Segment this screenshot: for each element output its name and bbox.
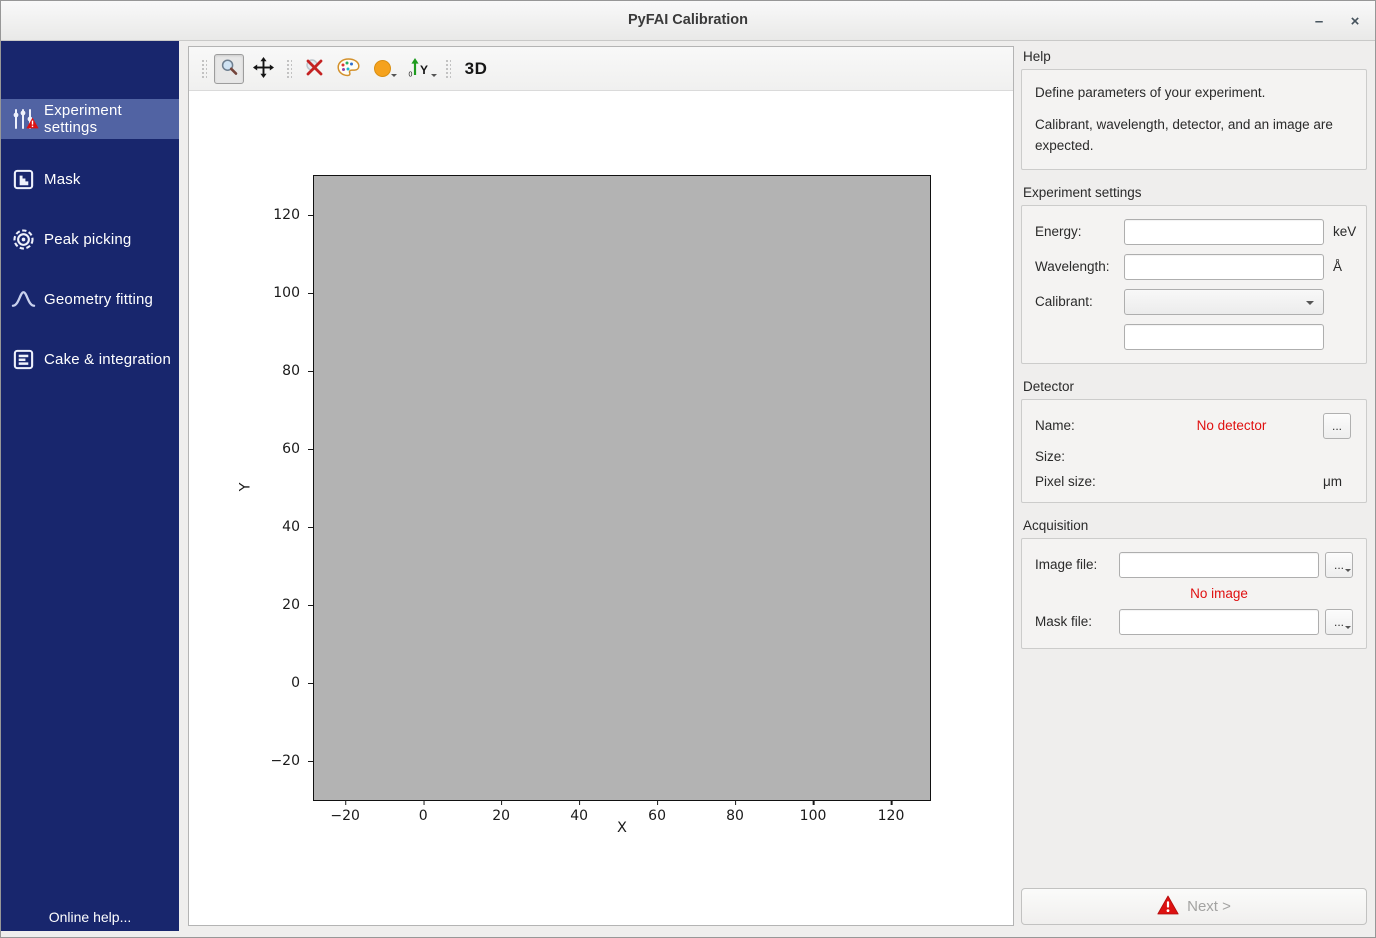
x-axis-label: X [313, 820, 931, 836]
colormap-button[interactable] [333, 54, 363, 84]
orange-circle-icon [374, 60, 391, 77]
mask-file-label: Mask file: [1035, 614, 1119, 629]
y-tick-label: 60 [282, 441, 300, 457]
experiment-settings-icon [10, 106, 36, 132]
plot-axes[interactable]: −20020406080100120 −20020406080100120 [313, 175, 931, 801]
y-tick-label: 40 [282, 519, 300, 535]
image-file-label: Image file: [1035, 557, 1119, 572]
plot-panel: Y 0 3D −20020406080100120 −2002040608010… [188, 46, 1014, 926]
image-file-field[interactable] [1119, 552, 1319, 578]
energy-label: Energy: [1035, 224, 1124, 239]
y-tick-label: 0 [291, 675, 300, 691]
plot-toolbar: Y 0 3D [189, 47, 1013, 91]
detector-pixel-size-label: Pixel size: [1035, 474, 1140, 489]
close-button[interactable]: × [1343, 9, 1367, 33]
sidebar-item-cake-integration[interactable]: Cake & integration [1, 339, 179, 379]
ellipsis-icon: ... [1334, 615, 1344, 629]
geometry-fitting-icon [10, 286, 36, 312]
zoom-reset-red-x-icon [304, 57, 325, 81]
palette-icon [337, 58, 360, 80]
calibrant-label: Calibrant: [1035, 294, 1124, 309]
ellipsis-icon: ... [1334, 558, 1344, 572]
image-status: No image [1119, 586, 1319, 601]
minimize-icon: – [1315, 13, 1323, 30]
titlebar: PyFAI Calibration – × [1, 1, 1375, 41]
y-tick-label: −20 [270, 753, 300, 769]
ellipsis-icon: ... [1332, 419, 1342, 433]
detector-browse-button[interactable]: ... [1323, 413, 1351, 439]
toolbar-grip[interactable] [285, 58, 292, 80]
detector-name-label: Name: [1035, 418, 1140, 433]
zoom-mode-button[interactable] [214, 54, 244, 84]
sidebar-item-mask[interactable]: Mask [1, 159, 179, 199]
sidebar-item-geometry-fitting[interactable]: Geometry fitting [1, 279, 179, 319]
y-tick-label: 100 [273, 285, 300, 301]
sidebar-item-label: Peak picking [44, 231, 131, 248]
calibrant-file-field[interactable] [1124, 324, 1324, 350]
next-button[interactable]: Next > [1021, 888, 1367, 925]
3d-mode-button[interactable]: 3D [458, 54, 494, 84]
minimize-button[interactable]: – [1307, 9, 1331, 33]
wavelength-field[interactable] [1124, 254, 1324, 280]
app-window: PyFAI Calibration – × Experim [0, 0, 1376, 938]
image-file-browse-button[interactable]: ... [1325, 552, 1353, 578]
wavelength-unit: Å [1324, 259, 1353, 274]
plot-canvas: −20020406080100120 −20020406080100120 X … [189, 91, 1013, 925]
help-group-title: Help [1023, 49, 1367, 64]
sidebar-item-label: Mask [44, 171, 81, 188]
sidebar: Experiment settings Mask [1, 41, 179, 931]
mask-icon [10, 166, 36, 192]
svg-text:0: 0 [409, 71, 413, 78]
magnifier-icon [220, 58, 239, 80]
warning-icon [1157, 895, 1179, 918]
mask-file-field[interactable] [1119, 609, 1319, 635]
3d-icon: 3D [465, 59, 488, 79]
reset-zoom-button[interactable] [299, 54, 329, 84]
wavelength-label: Wavelength: [1035, 259, 1124, 274]
help-text-line2: Calibrant, wavelength, detector, and an … [1035, 115, 1353, 156]
close-icon: × [1351, 13, 1360, 30]
y-axis-label: Y [237, 483, 253, 492]
y-axis-arrow-icon: Y 0 [407, 57, 431, 81]
y-tick-label: 20 [282, 597, 300, 613]
sidebar-item-label: Cake & integration [44, 351, 171, 368]
sidebar-item-experiment-settings[interactable]: Experiment settings [1, 99, 179, 139]
peak-picking-icon [10, 226, 36, 252]
cake-integration-icon [10, 346, 36, 372]
experiment-settings-box: Energy: keV Wavelength: Å Calibrant: [1021, 205, 1367, 364]
experiment-settings-group-title: Experiment settings [1023, 185, 1367, 200]
energy-field[interactable] [1124, 219, 1324, 245]
detector-box: Name: No detector ... Size: Pixel size: … [1021, 399, 1367, 503]
pixel-size-unit: μm [1323, 474, 1353, 489]
window-title: PyFAI Calibration [1, 12, 1375, 28]
pan-arrows-icon [253, 57, 274, 81]
warning-icon [26, 116, 39, 134]
window-body: Experiment settings Mask [1, 41, 1375, 938]
online-help-link[interactable]: Online help... [1, 909, 179, 925]
energy-unit: keV [1324, 224, 1356, 239]
settings-panel: Help Define parameters of your experimen… [1021, 49, 1367, 925]
pan-mode-button[interactable] [248, 54, 278, 84]
y-tick-label: 80 [282, 363, 300, 379]
y-axis-orientation-button[interactable]: Y 0 [401, 54, 437, 84]
keep-aspect-ratio-button[interactable] [367, 54, 397, 84]
svg-text:Y: Y [420, 63, 428, 77]
detector-name-status: No detector [1140, 418, 1323, 433]
calibrant-select[interactable] [1124, 289, 1324, 315]
help-text-line1: Define parameters of your experiment. [1035, 83, 1353, 103]
detector-size-label: Size: [1035, 449, 1140, 464]
sidebar-item-label: Geometry fitting [44, 291, 153, 308]
toolbar-grip[interactable] [200, 58, 207, 80]
sidebar-item-label: Experiment settings [44, 102, 179, 136]
sidebar-item-peak-picking[interactable]: Peak picking [1, 219, 179, 259]
y-tick-label: 120 [273, 207, 300, 223]
toolbar-grip[interactable] [444, 58, 451, 80]
chevron-down-icon [1306, 301, 1314, 309]
mask-file-browse-button[interactable]: ... [1325, 609, 1353, 635]
next-button-label: Next > [1187, 898, 1231, 915]
acquisition-box: Image file: ... No image Mask file: ... [1021, 538, 1367, 649]
help-box: Define parameters of your experiment. Ca… [1021, 69, 1367, 170]
detector-group-title: Detector [1023, 379, 1367, 394]
acquisition-group-title: Acquisition [1023, 518, 1367, 533]
